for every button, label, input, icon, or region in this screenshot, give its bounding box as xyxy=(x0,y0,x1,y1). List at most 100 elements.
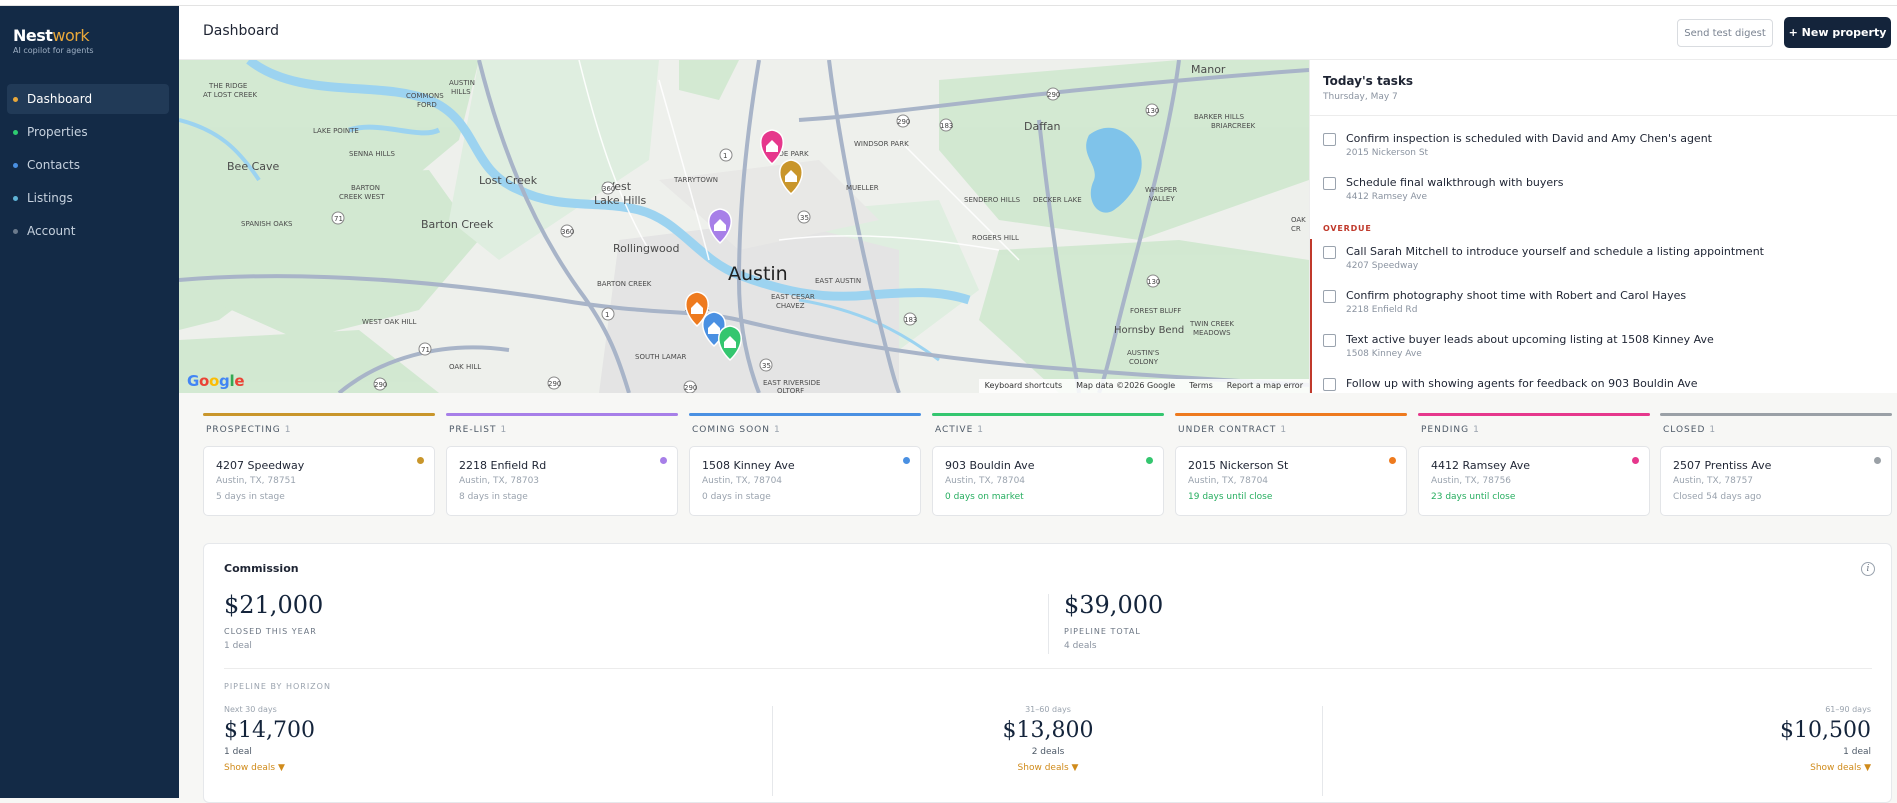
property-stage-meta: 0 days on market xyxy=(945,492,1024,502)
svg-text:FORD: FORD xyxy=(417,101,437,109)
show-deals-button[interactable]: Show deals ▼ xyxy=(948,763,1148,773)
svg-text:SENNA HILLS: SENNA HILLS xyxy=(349,150,395,158)
property-card[interactable]: 4412 Ramsey Ave Austin, TX, 78756 23 day… xyxy=(1418,446,1650,516)
stage-label: COMING SOON xyxy=(692,425,770,435)
task-address[interactable]: 4412 Ramsey Ave xyxy=(1346,192,1427,202)
sidebar-item-label: Account xyxy=(27,224,76,238)
pipeline-by-horizon-caption: PIPELINE BY HORIZON xyxy=(224,682,331,691)
property-card[interactable]: 2507 Prentiss Ave Austin, TX, 78757 Clos… xyxy=(1660,446,1892,516)
svg-text:VALLEY: VALLEY xyxy=(1149,195,1175,203)
commission-title: Commission xyxy=(224,562,299,575)
property-card[interactable]: 2015 Nickerson St Austin, TX, 78704 19 d… xyxy=(1175,446,1407,516)
stage-name: PRE-LIST 1 xyxy=(446,425,678,435)
task-address[interactable]: 1508 Kinney Ave xyxy=(1346,349,1422,359)
sidebar: Nestwork AI copilot for agents Dashboard… xyxy=(0,6,179,798)
keyboard-shortcuts-link[interactable]: Keyboard shortcuts xyxy=(985,381,1062,391)
svg-text:130: 130 xyxy=(1147,278,1160,286)
property-card[interactable]: 1508 Kinney Ave Austin, TX, 78704 0 days… xyxy=(689,446,921,516)
horizon-amount: $10,500 xyxy=(1780,718,1871,743)
status-dot-icon xyxy=(417,457,424,464)
svg-text:TARRYTOWN: TARRYTOWN xyxy=(673,176,718,184)
stage-closed: CLOSED 1 2507 Prentiss Ave Austin, TX, 78… xyxy=(1660,413,1892,517)
task-checkbox[interactable] xyxy=(1323,378,1336,391)
show-deals-button[interactable]: Show deals ▼ xyxy=(1671,763,1871,773)
task-checkbox[interactable] xyxy=(1323,133,1336,146)
terms-link[interactable]: Terms xyxy=(1189,381,1213,391)
property-city: Austin, TX, 78757 xyxy=(1673,476,1754,486)
brand-name: Nestwork xyxy=(13,26,94,45)
task-checkbox[interactable] xyxy=(1323,246,1336,259)
brand-tagline: AI copilot for agents xyxy=(13,46,94,55)
map-footer: Keyboard shortcuts Map data ©2026 Google… xyxy=(978,379,1309,393)
info-icon[interactable]: i xyxy=(1861,562,1875,576)
commission-panel: Commission i $21,000 CLOSED THIS YEAR 1 … xyxy=(203,543,1892,803)
stage-pending: PENDING 1 4412 Ramsey Ave Austin, TX, 787… xyxy=(1418,413,1650,517)
show-deals-button[interactable]: Show deals ▼ xyxy=(224,763,424,773)
svg-text:1: 1 xyxy=(605,311,609,319)
svg-text:SPANISH OAKS: SPANISH OAKS xyxy=(241,220,293,228)
status-dot-icon xyxy=(1632,457,1639,464)
dot-icon xyxy=(13,96,18,102)
stage-label: PRE-LIST xyxy=(449,425,497,435)
property-city: Austin, TX, 78751 xyxy=(216,476,297,486)
stage-coming-soon: COMING SOON 1 1508 Kinney Ave Austin, TX,… xyxy=(689,413,921,517)
sidebar-item-label: Contacts xyxy=(27,158,80,172)
divider xyxy=(772,706,773,796)
task-address[interactable]: 2015 Nickerson St xyxy=(1346,148,1428,158)
task-checkbox[interactable] xyxy=(1323,334,1336,347)
sidebar-item-dashboard[interactable]: Dashboard xyxy=(7,84,169,114)
stage-color-bar xyxy=(203,413,435,416)
svg-text:EAST CESAR: EAST CESAR xyxy=(771,293,815,301)
property-card[interactable]: 4207 Speedway Austin, TX, 78751 5 days i… xyxy=(203,446,435,516)
dot-icon xyxy=(13,162,18,168)
sidebar-item-account[interactable]: Account xyxy=(7,216,169,246)
google-logo: Google xyxy=(187,372,245,390)
svg-text:Manor: Manor xyxy=(1191,63,1226,76)
brand-logo[interactable]: Nestwork AI copilot for agents xyxy=(13,26,94,55)
report-map-error-link[interactable]: Report a map error xyxy=(1227,381,1303,391)
new-property-button[interactable]: + New property xyxy=(1784,17,1891,48)
task-text: Schedule final walkthrough with buyers xyxy=(1346,176,1564,189)
svg-text:ROGERS HILL: ROGERS HILL xyxy=(972,234,1019,242)
svg-text:OLTORF: OLTORF xyxy=(777,387,804,393)
divider xyxy=(1048,594,1049,654)
task-address[interactable]: 4207 Speedway xyxy=(1346,261,1418,271)
svg-text:WHISPER: WHISPER xyxy=(1145,186,1177,194)
property-city: Austin, TX, 78704 xyxy=(945,476,1026,486)
sidebar-item-label: Dashboard xyxy=(27,92,93,106)
svg-text:Hornsby Bend: Hornsby Bend xyxy=(1114,325,1184,336)
property-card[interactable]: 903 Bouldin Ave Austin, TX, 78704 0 days… xyxy=(932,446,1164,516)
sidebar-item-properties[interactable]: Properties xyxy=(7,117,169,147)
stage-name: UNDER CONTRACT 1 xyxy=(1175,425,1407,435)
svg-text:71: 71 xyxy=(421,346,430,354)
svg-text:Lost Creek: Lost Creek xyxy=(479,174,538,187)
property-card[interactable]: 2218 Enfield Rd Austin, TX, 78703 8 days… xyxy=(446,446,678,516)
property-map[interactable]: Manor Daffan Bee Cave Lost Creek West La… xyxy=(179,60,1309,393)
pipeline-stages: PROSPECTING 1 4207 Speedway Austin, TX, 7… xyxy=(203,413,1892,517)
task-checkbox[interactable] xyxy=(1323,177,1336,190)
svg-text:OAK HILL: OAK HILL xyxy=(449,363,481,371)
svg-text:35: 35 xyxy=(800,214,809,222)
horizon-deals: 2 deals xyxy=(1031,747,1065,757)
svg-text:TWIN CREEK: TWIN CREEK xyxy=(1189,320,1234,328)
horizon-61-90: 61–90 days $10,500 1 deal Show deals ▼ xyxy=(1671,705,1871,773)
stage-name: ACTIVE 1 xyxy=(932,425,1164,435)
svg-text:360: 360 xyxy=(561,228,574,236)
map-canvas[interactable]: Manor Daffan Bee Cave Lost Creek West La… xyxy=(179,60,1309,393)
horizon-amount: $14,700 xyxy=(224,718,315,743)
sidebar-item-contacts[interactable]: Contacts xyxy=(7,150,169,180)
sidebar-item-listings[interactable]: Listings xyxy=(7,183,169,213)
page-title: Dashboard xyxy=(203,23,279,39)
task-checkbox[interactable] xyxy=(1323,290,1336,303)
dot-icon xyxy=(13,195,18,201)
task-text: Confirm photography shoot time with Robe… xyxy=(1346,289,1687,302)
horizon-label: Next 30 days xyxy=(224,705,277,714)
task-text: Text active buyer leads about upcoming l… xyxy=(1346,333,1714,346)
stage-color-bar xyxy=(932,413,1164,416)
svg-text:Lake Hills: Lake Hills xyxy=(594,194,647,207)
pipeline-deals-count: 4 deals xyxy=(1064,641,1097,651)
send-test-digest-button[interactable]: Send test digest xyxy=(1677,19,1773,47)
svg-text:BRIARCREEK: BRIARCREEK xyxy=(1211,122,1256,130)
stage-color-bar xyxy=(1660,413,1892,416)
task-address[interactable]: 2218 Enfield Rd xyxy=(1346,305,1417,315)
